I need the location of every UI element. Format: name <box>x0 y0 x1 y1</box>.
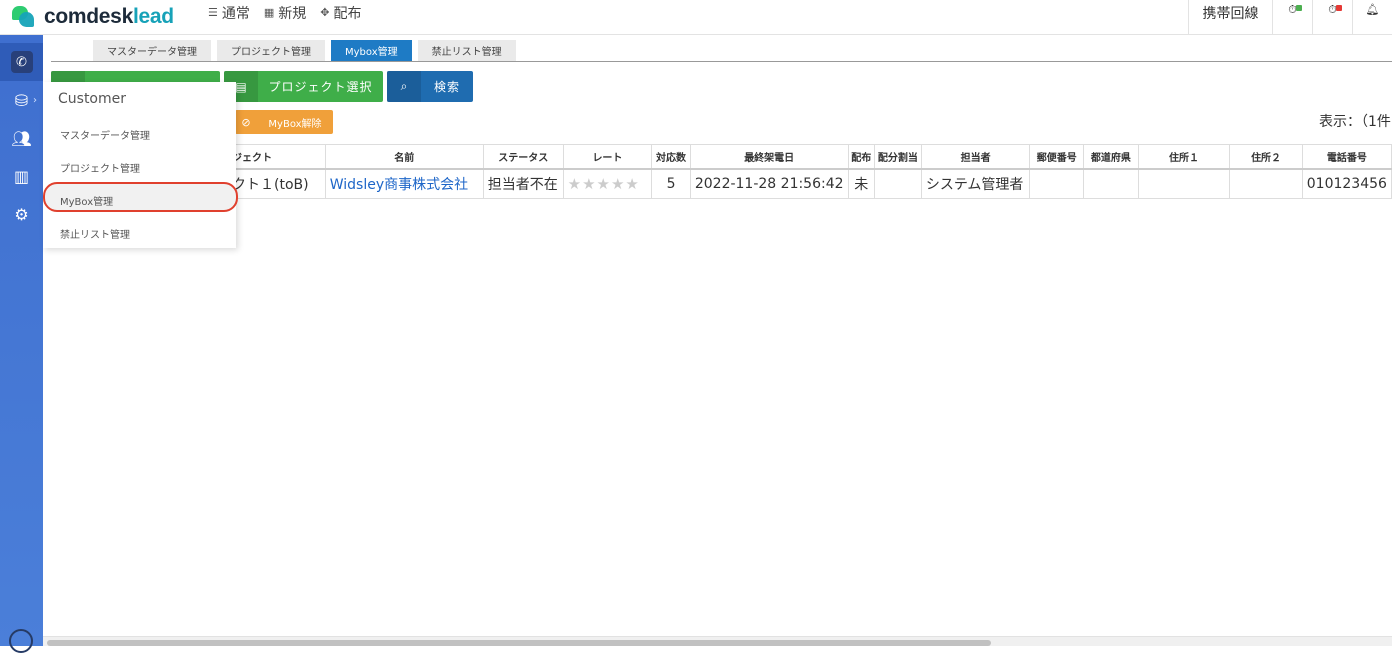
col-project[interactable]: ジェクト <box>227 144 326 170</box>
tab-mybox[interactable]: Mybox管理 <box>331 40 412 61</box>
rail-phone[interactable]: ✆ <box>0 43 43 81</box>
cell-owner: システム管理者 <box>920 168 1031 199</box>
col-prefecture[interactable]: 都道府県 <box>1083 144 1139 170</box>
col-count[interactable]: 対応数 <box>651 144 691 170</box>
dropdown-title: Customer <box>58 91 127 107</box>
users-icon: 👥︎ <box>11 128 32 148</box>
menu-item-blocklist[interactable]: 禁止リスト管理 <box>60 226 130 241</box>
cell-address1 <box>1137 168 1231 199</box>
cell-last-call: 2022-11-28 21:56:42 <box>689 168 849 199</box>
cell-status: 担当者不在 <box>482 168 564 199</box>
col-address2[interactable]: 住所２ <box>1229 144 1303 170</box>
customer-dropdown: Customer マスターデータ管理 プロジェクト管理 MyBox管理 禁止リス… <box>43 82 238 248</box>
rail-reports[interactable]: ▥ <box>0 157 43 195</box>
search-button[interactable]: ⌕ 検索 <box>387 71 473 102</box>
nav-normal[interactable]: ☰ 通常 <box>206 0 262 25</box>
status-online-dot <box>1296 5 1302 11</box>
cell-address2 <box>1229 168 1303 199</box>
col-name[interactable]: 名前 <box>324 144 484 170</box>
brand-logo[interactable]: comdesklead <box>10 2 174 32</box>
notifications-button[interactable]: 🔔︎ <box>1352 0 1392 35</box>
ban-icon: ⊘ <box>241 115 251 129</box>
status-online-button[interactable]: ⏱ <box>1272 0 1312 35</box>
brand-name: comdesklead <box>44 5 174 28</box>
rail-settings[interactable]: ⚙ <box>0 195 43 233</box>
col-phone[interactable]: 電話番号 <box>1301 144 1392 170</box>
tab-master-data[interactable]: マスターデータ管理 <box>93 40 211 61</box>
nav-distribute[interactable]: ✥ 配布 <box>318 0 373 25</box>
col-allocation[interactable]: 配分割当 <box>873 144 922 170</box>
star-rating-icon[interactable]: ★★★★★ <box>568 175 640 193</box>
expand-icon: ✥ <box>320 6 330 19</box>
chevron-right-icon: › <box>33 95 37 106</box>
bell-icon: 🔔︎ <box>1365 3 1380 16</box>
display-count: 表示：（1件 <box>1319 114 1391 130</box>
search-icon: ⌕ <box>387 71 421 102</box>
cell-phone: 010123456 <box>1301 168 1392 199</box>
line-selector[interactable]: 携帯回線 <box>1188 0 1272 35</box>
menu-item-project[interactable]: プロジェクト管理 <box>60 160 140 175</box>
cell-rating: ★★★★★ <box>562 168 653 199</box>
left-rail: ✆ ⛁ › 👥︎ ▥ ⚙ <box>0 35 43 653</box>
mybox-release-button[interactable]: ⊘ MyBox解除 <box>235 110 333 134</box>
status-alert-dot <box>1336 5 1342 11</box>
tab-project[interactable]: プロジェクト管理 <box>217 40 325 61</box>
status-alert-button[interactable]: ⏱ <box>1312 0 1352 35</box>
logo-mark-icon <box>10 4 36 30</box>
cell-distribution: 未 <box>847 168 875 199</box>
col-owner[interactable]: 担当者 <box>920 144 1031 170</box>
nav-new[interactable]: ▦ 新規 <box>262 0 318 25</box>
menu-item-master-data[interactable]: マスターデータ管理 <box>60 127 150 142</box>
horizontal-scrollbar[interactable] <box>43 636 1392 646</box>
top-right-controls: 携帯回線 ⏱ ⏱ 🔔︎ <box>1188 0 1392 35</box>
list-icon: ☰ <box>208 6 218 19</box>
phone-icon: ✆ <box>10 51 33 73</box>
cell-prefecture <box>1083 168 1139 199</box>
cell-project: クト１(toB) <box>227 168 326 199</box>
database-icon: ⛁ <box>14 90 29 110</box>
tab-divider <box>51 61 1392 62</box>
cell-allocation <box>873 168 922 199</box>
col-status[interactable]: ステータス <box>482 144 564 170</box>
cell-count: 5 <box>651 168 691 199</box>
user-avatar-icon[interactable] <box>9 629 33 653</box>
top-nav: ☰ 通常 ▦ 新規 ✥ 配布 <box>206 0 374 25</box>
col-address1[interactable]: 住所１ <box>1137 144 1231 170</box>
rail-users[interactable]: 👥︎ <box>0 119 43 157</box>
col-distribution[interactable]: 配布 <box>847 144 875 170</box>
cell-zip <box>1029 168 1085 199</box>
customer-table: ジェクト 名前 ステータス レート 対応数 最終架電日 配布 配分割当 担当者 … <box>227 144 1392 199</box>
table-row[interactable]: クト１(toB) Widsley商事株式会社 担当者不在 ★★★★★ 5 202… <box>227 168 1392 199</box>
project-select-button[interactable]: ▤ プロジェクト選択 <box>224 71 383 102</box>
cell-name: Widsley商事株式会社 <box>324 168 484 199</box>
scrollbar-thumb[interactable] <box>47 640 991 646</box>
tab-blocklist[interactable]: 禁止リスト管理 <box>417 40 516 61</box>
bar-chart-icon: ▥ <box>13 166 30 186</box>
customer-name-link[interactable]: Widsley商事株式会社 <box>330 177 468 193</box>
gear-icon: ⚙ <box>14 204 29 224</box>
table-header-row: ジェクト 名前 ステータス レート 対応数 最終架電日 配布 配分割当 担当者 … <box>227 144 1392 170</box>
grid-icon: ▦ <box>263 6 275 19</box>
top-bar: comdesklead ☰ 通常 ▦ 新規 ✥ 配布 携帯回線 ⏱ ⏱ 🔔︎ <box>0 0 1392 35</box>
col-last-call[interactable]: 最終架電日 <box>689 144 849 170</box>
col-zip[interactable]: 郵便番号 <box>1029 144 1085 170</box>
sub-tabs: マスターデータ管理 プロジェクト管理 Mybox管理 禁止リスト管理 <box>93 40 516 61</box>
menu-item-mybox[interactable]: MyBox管理 <box>60 193 113 208</box>
col-rate[interactable]: レート <box>562 144 653 170</box>
